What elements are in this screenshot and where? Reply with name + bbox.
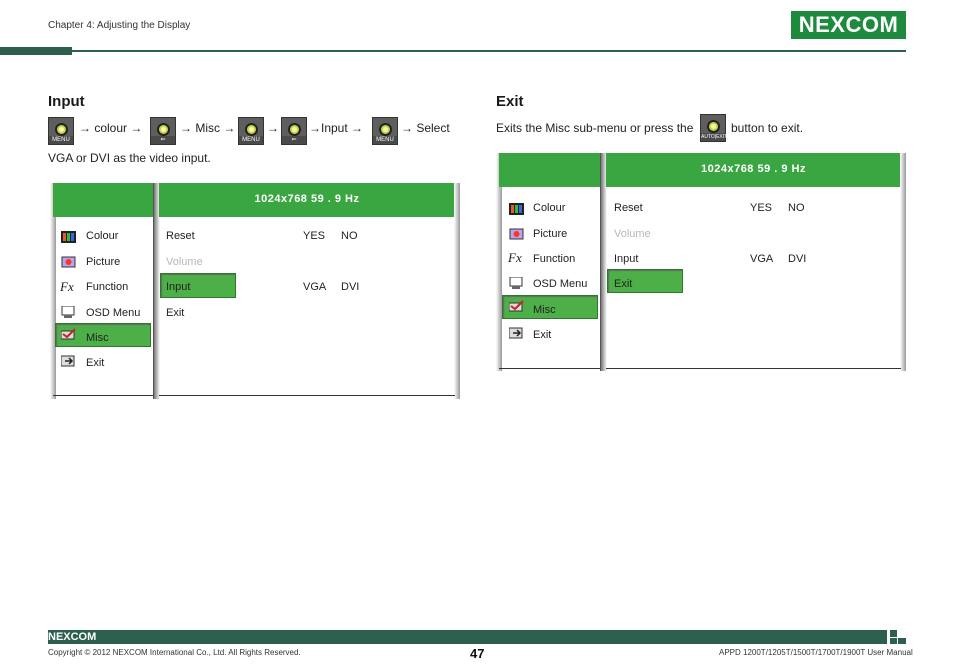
osd-reset-yes[interactable]: YES	[750, 202, 772, 214]
step-select: → Select	[401, 121, 450, 135]
nexcom-logo: NEXCOM	[791, 11, 906, 39]
input-description: VGA or DVI as the video input.	[48, 151, 211, 165]
osd-resolution: 1024x768 59 . 9 Hz	[159, 183, 455, 217]
colour-bars-icon	[61, 231, 76, 243]
section-title-exit: Exit	[496, 93, 524, 110]
osd-input-dvi[interactable]: DVI	[341, 281, 359, 293]
osd-menu-icon	[509, 277, 523, 289]
step-colour: → colour →	[79, 121, 143, 135]
osd-reset-no[interactable]: NO	[341, 230, 358, 242]
page-number: 47	[470, 646, 485, 661]
exit-description: Exits the Misc sub-menu or press the	[496, 121, 694, 135]
section-title-input: Input	[48, 93, 85, 110]
osd-resolution: 1024x768 59 . 9 Hz	[606, 153, 901, 187]
osd-item-osd-menu[interactable]: OSD Menu	[533, 278, 587, 290]
misc-icon	[61, 328, 76, 340]
osd-option-exit[interactable]: Exit	[614, 278, 632, 290]
osd-item-picture[interactable]: Picture	[533, 228, 567, 240]
select-button-icon: ⇐	[150, 117, 176, 145]
picture-icon	[61, 256, 76, 268]
function-fx-icon: Fx	[508, 250, 522, 265]
osd-option-reset[interactable]: Reset	[614, 202, 643, 214]
osd-panel-input: 1024x768 59 . 9 Hz Colour Picture Fx Fun…	[50, 183, 460, 399]
function-fx-icon: Fx	[60, 279, 74, 294]
osd-item-picture[interactable]: Picture	[86, 256, 120, 268]
osd-item-misc[interactable]: Misc	[86, 332, 109, 344]
exit-icon	[509, 327, 523, 339]
auto-exit-button-icon: AUTO|EXIT	[700, 114, 727, 142]
osd-menu-icon	[61, 306, 75, 318]
osd-item-exit[interactable]: Exit	[86, 357, 104, 369]
menu-button-icon: MENU	[372, 117, 398, 145]
osd-panel-exit: 1024x768 59 . 9 Hz Colour Picture Fx Fun…	[496, 153, 906, 371]
colour-bars-icon	[509, 203, 524, 215]
osd-item-exit[interactable]: Exit	[533, 329, 551, 341]
footer-bar	[48, 630, 887, 644]
footer-manual-title: APPD 1200T/1205T/1500T/1700T/1900T User …	[719, 648, 913, 657]
osd-option-volume: Volume	[166, 256, 203, 268]
osd-item-function[interactable]: Function	[533, 253, 575, 265]
header-divider	[48, 50, 906, 52]
osd-option-exit[interactable]: Exit	[166, 307, 184, 319]
osd-input-vga[interactable]: VGA	[303, 281, 326, 293]
osd-reset-no[interactable]: NO	[788, 202, 805, 214]
osd-input-vga[interactable]: VGA	[750, 253, 773, 265]
footer-square	[890, 630, 897, 637]
exit-description-end: button to exit.	[731, 121, 804, 135]
footer-square	[890, 638, 897, 644]
osd-item-colour[interactable]: Colour	[533, 202, 565, 214]
osd-option-reset[interactable]: Reset	[166, 230, 195, 242]
osd-input-dvi[interactable]: DVI	[788, 253, 806, 265]
exit-icon	[61, 355, 75, 367]
select-button-icon: ⇐	[281, 117, 307, 145]
step-input: →Input →	[309, 121, 364, 135]
osd-item-osd-menu[interactable]: OSD Menu	[86, 307, 140, 319]
footer-logo: NEXCOM	[48, 631, 97, 643]
footer-square	[898, 638, 906, 644]
picture-icon	[509, 228, 524, 240]
menu-button-icon: MENU	[238, 117, 264, 145]
osd-item-misc[interactable]: Misc	[533, 304, 556, 316]
osd-item-function[interactable]: Function	[86, 281, 128, 293]
misc-icon	[509, 300, 524, 312]
step-misc: → Misc →	[180, 121, 236, 135]
chapter-title: Chapter 4: Adjusting the Display	[48, 20, 191, 31]
osd-option-volume: Volume	[614, 228, 651, 240]
osd-item-colour[interactable]: Colour	[86, 230, 118, 242]
osd-option-input[interactable]: Input	[166, 281, 190, 293]
menu-button-icon: MENU	[48, 117, 74, 145]
footer-copyright: Copyright © 2012 NEXCOM International Co…	[48, 648, 301, 657]
osd-reset-yes[interactable]: YES	[303, 230, 325, 242]
osd-option-input[interactable]: Input	[614, 253, 638, 265]
step-arrow: →	[267, 121, 279, 135]
